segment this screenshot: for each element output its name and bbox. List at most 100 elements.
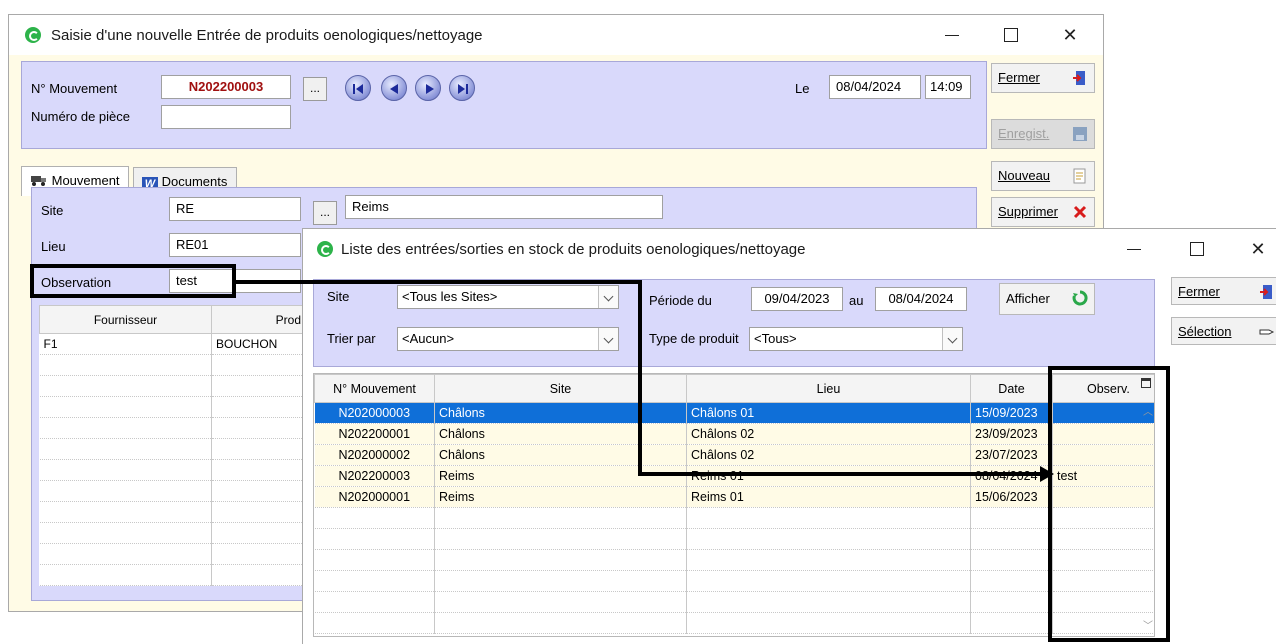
afficher-button[interactable]: Afficher [999,283,1095,315]
close-icon[interactable]: ✕ [1245,237,1271,261]
chevron-down-icon[interactable] [598,328,618,350]
cell-site [434,591,687,613]
site-code-field[interactable]: RE [169,197,301,221]
nav-last-icon[interactable] [449,75,475,101]
list-window-titlebar: Liste des entrées/sorties en stock de pr… [303,229,1276,269]
table-row[interactable] [314,591,1154,613]
table-row[interactable]: N202000001 Reims Reims 01 15/06/2023 [314,486,1154,508]
enregistrer-button[interactable]: Enregist. [991,119,1095,149]
maximize-icon[interactable] [1183,237,1209,261]
nav-first-icon[interactable] [345,75,371,101]
table-row[interactable] [39,396,303,418]
minimize-icon[interactable] [939,23,965,47]
supprimer-button-label: Supprimer [998,204,1058,219]
cell-date: 23/09/2023 [970,423,1053,445]
grid-cell [39,543,212,565]
table-row[interactable] [39,480,303,502]
header-no-mouvement[interactable]: N° Mouvement [314,374,435,403]
table-row[interactable] [314,549,1154,571]
le-label: Le [795,81,810,96]
mouvement-lookup-button[interactable]: ... [303,77,327,101]
header-site[interactable]: Site [434,374,687,403]
cell-site [434,570,687,592]
site-name-field[interactable]: Reims [345,195,663,219]
trier-select[interactable]: <Aucun> [397,327,619,351]
table-row[interactable] [314,612,1154,634]
table-row[interactable] [314,528,1154,550]
exit-door-icon [1073,71,1085,85]
lieu-label: Lieu [41,239,66,254]
type-produit-select[interactable]: <Tous> [749,327,963,351]
table-row[interactable] [39,459,303,481]
fermer-button[interactable]: Fermer [991,63,1095,93]
grid-header-fournisseur[interactable]: Fournisseur [39,305,212,334]
table-row[interactable]: N202200001 Châlons Châlons 02 23/09/2023 [314,423,1154,445]
no-mouvement-field[interactable]: N202200003 [161,75,291,99]
table-row[interactable]: N202200003 Reims Reims 01 08/04/2024 test [314,465,1154,487]
delete-icon [1073,205,1087,219]
grid-header-prod[interactable]: Prod [211,305,303,334]
header-date[interactable]: Date [970,374,1053,403]
annotation-connector-h1 [236,280,642,284]
table-row[interactable] [314,570,1154,592]
filter-site-select[interactable]: <Tous les Sites> [397,285,619,309]
table-row[interactable] [39,522,303,544]
cell-site [434,549,687,571]
cell-num [314,507,435,529]
header-lieu[interactable]: Lieu [686,374,971,403]
tab-mouvement-label: Mouvement [51,173,120,188]
maximize-icon[interactable] [997,23,1023,47]
table-row[interactable] [39,438,303,460]
supprimer-button[interactable]: Supprimer [991,197,1095,227]
cell-num: N202200003 [314,465,435,487]
date-field[interactable]: 08/04/2024 [829,75,921,99]
cell-date [970,570,1053,592]
observ-column-highlight-box [1048,366,1170,642]
table-row[interactable] [39,417,303,439]
grid-cell [39,438,212,460]
table-row[interactable]: F1 BOUCHON [39,333,303,355]
periode-from-field[interactable]: 09/04/2023 [751,287,843,311]
grid-cell [211,501,303,523]
table-row[interactable] [39,543,303,565]
table-row[interactable] [39,564,303,586]
cell-num [314,570,435,592]
observation-highlight-box [30,264,236,298]
table-row[interactable]: N202000003 Châlons Châlons 01 15/09/2023 [314,402,1154,424]
grid-cell [39,480,212,502]
nouveau-button[interactable]: Nouveau [991,161,1095,191]
annotation-connector-v [638,280,642,476]
new-document-icon [1073,168,1086,184]
list-fermer-button[interactable]: Fermer [1171,277,1276,305]
periode-to-field[interactable]: 08/04/2024 [875,287,967,311]
site-lookup-button[interactable]: ... [313,201,337,225]
lieu-code-field[interactable]: RE01 [169,233,301,257]
numero-piece-field[interactable] [161,105,291,129]
chevron-down-icon[interactable] [598,286,618,308]
results-grid: N° Mouvement Site Lieu Date Observ. N202… [314,374,1154,634]
cell-lieu [686,528,971,550]
time-field[interactable]: 14:09 [925,75,971,99]
grid-cell [211,417,303,439]
nav-previous-icon[interactable] [381,75,407,101]
grid-cell [211,564,303,586]
table-row[interactable] [39,501,303,523]
table-row[interactable] [314,507,1154,529]
table-row[interactable] [39,375,303,397]
refresh-icon [1072,290,1088,306]
selection-button[interactable]: Sélection [1171,317,1276,345]
grid-cell [39,501,212,523]
filter-site-label: Site [327,289,350,304]
nouveau-button-label: Nouveau [998,168,1051,183]
table-row[interactable]: N202000002 Châlons Châlons 02 23/07/2023 [314,444,1154,466]
close-icon[interactable]: ✕ [1057,23,1083,47]
grid-cell [211,438,303,460]
cell-date [970,591,1053,613]
cell-num [314,549,435,571]
grid-cell [211,459,303,481]
table-row[interactable] [39,354,303,376]
minimize-icon[interactable] [1121,237,1147,261]
nav-next-icon[interactable] [415,75,441,101]
chevron-down-icon[interactable] [942,328,962,350]
cell-lieu: Châlons 02 [686,444,971,466]
